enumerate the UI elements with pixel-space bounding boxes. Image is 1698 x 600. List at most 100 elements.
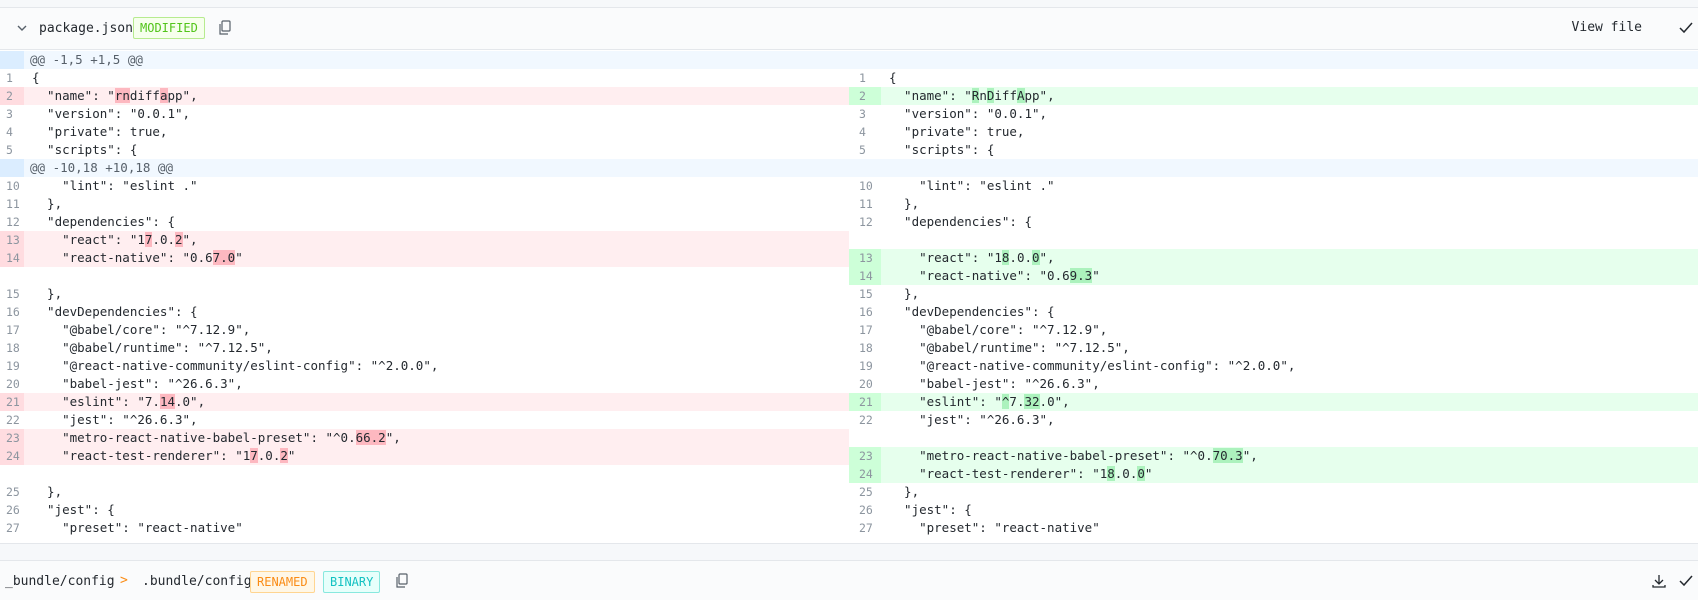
- code-token: .0",: [175, 394, 206, 409]
- chevron-down-icon[interactable]: [14, 20, 30, 36]
- line-number[interactable]: 3: [0, 105, 24, 123]
- line-number[interactable]: [0, 267, 24, 285]
- line-number[interactable]: 26: [849, 501, 881, 519]
- left-line: 4 "private": true,: [0, 123, 849, 141]
- check-icon[interactable]: [1678, 20, 1694, 36]
- line-number[interactable]: 16: [0, 303, 24, 321]
- line-number[interactable]: 15: [849, 285, 881, 303]
- line-number[interactable]: 21: [849, 393, 881, 411]
- line-number[interactable]: 11: [0, 195, 24, 213]
- diff-row: 21 "eslint": "7.14.0", 21 "eslint": "^7.3…: [0, 393, 1698, 411]
- view-file-button[interactable]: View file: [1572, 20, 1642, 35]
- line-number[interactable]: 19: [0, 357, 24, 375]
- line-number[interactable]: 1: [849, 69, 881, 87]
- line-number[interactable]: 22: [0, 411, 24, 429]
- line-number[interactable]: 2: [0, 87, 24, 105]
- code-token: "eslint": "7.: [32, 394, 160, 409]
- line-number[interactable]: 27: [849, 519, 881, 537]
- diff-row: 10 "lint": "eslint ." 10 "lint": "eslint …: [0, 177, 1698, 195]
- file-separator: [0, 543, 1698, 560]
- code-token: "jest": {: [889, 502, 972, 517]
- code-text: "@babel/core": "^7.12.9",: [24, 321, 849, 339]
- renamed-badge: RENAMED: [250, 571, 315, 593]
- line-number[interactable]: 23: [849, 447, 881, 465]
- code-text: "react-native": "0.67.0": [24, 249, 849, 267]
- left-line: 14 "react-native": "0.67.0": [0, 249, 849, 267]
- code-text: "react": "17.0.2",: [24, 231, 849, 249]
- diff-row: 11 }, 11 },: [0, 195, 1698, 213]
- copy-icon[interactable]: [218, 20, 232, 36]
- line-number[interactable]: 10: [0, 177, 24, 195]
- code-token: "@babel/runtime": "^7.12.5",: [32, 340, 273, 355]
- right-line: [849, 429, 1698, 447]
- line-number[interactable]: 13: [849, 249, 881, 267]
- left-line: 17 "@babel/core": "^7.12.9",: [0, 321, 849, 339]
- copy-icon[interactable]: [395, 573, 409, 589]
- line-number[interactable]: 13: [0, 231, 24, 249]
- code-text: {: [881, 69, 1698, 87]
- line-number[interactable]: 4: [849, 123, 881, 141]
- line-number[interactable]: [849, 231, 881, 249]
- code-text: "preset": "react-native": [24, 519, 849, 537]
- hunk-gutter: [0, 159, 24, 177]
- code-token: "dependencies": {: [889, 214, 1032, 229]
- code-text: "eslint": "^7.32.0",: [881, 393, 1698, 411]
- line-number[interactable]: 25: [849, 483, 881, 501]
- left-line: 25 },: [0, 483, 849, 501]
- diff-row: 23 "metro-react-native-babel-preset": "^…: [0, 429, 1698, 447]
- line-number[interactable]: 24: [0, 447, 24, 465]
- line-number[interactable]: 25: [0, 483, 24, 501]
- line-number[interactable]: 18: [849, 339, 881, 357]
- line-number[interactable]: 3: [849, 105, 881, 123]
- line-number[interactable]: 1: [0, 69, 24, 87]
- line-number[interactable]: 22: [849, 411, 881, 429]
- changed-token: A: [1016, 88, 1025, 103]
- line-number[interactable]: 17: [0, 321, 24, 339]
- code-text: },: [881, 195, 1698, 213]
- line-number[interactable]: 19: [849, 357, 881, 375]
- right-line: 22 "jest": "^26.6.3",: [849, 411, 1698, 429]
- code-text: "devDependencies": {: [881, 303, 1698, 321]
- line-number[interactable]: 10: [849, 177, 881, 195]
- line-number[interactable]: 20: [849, 375, 881, 393]
- check-icon[interactable]: [1678, 573, 1694, 589]
- line-number[interactable]: 4: [0, 123, 24, 141]
- line-number[interactable]: 5: [849, 141, 881, 159]
- changed-token: 2: [175, 232, 183, 247]
- changed-token: 0: [1032, 250, 1040, 265]
- diff-row: 25 }, 25 },: [0, 483, 1698, 501]
- line-number[interactable]: [0, 465, 24, 483]
- right-line: 23 "metro-react-native-babel-preset": "^…: [849, 447, 1698, 465]
- line-number[interactable]: 20: [0, 375, 24, 393]
- line-number[interactable]: 5: [0, 141, 24, 159]
- download-icon[interactable]: [1651, 573, 1667, 589]
- line-number[interactable]: 16: [849, 303, 881, 321]
- line-number[interactable]: 11: [849, 195, 881, 213]
- line-number[interactable]: 15: [0, 285, 24, 303]
- line-number[interactable]: 27: [0, 519, 24, 537]
- line-number[interactable]: 12: [849, 213, 881, 231]
- code-text: "@babel/runtime": "^7.12.5",: [24, 339, 849, 357]
- line-number[interactable]: [849, 429, 881, 447]
- diff-row: 14 "react-native": "0.69.3": [0, 267, 1698, 285]
- right-line: 20 "babel-jest": "^26.6.3",: [849, 375, 1698, 393]
- line-number[interactable]: 14: [849, 267, 881, 285]
- rename-arrow: >: [120, 573, 128, 588]
- line-number[interactable]: 17: [849, 321, 881, 339]
- line-number[interactable]: 21: [0, 393, 24, 411]
- code-token: "devDependencies": {: [889, 304, 1055, 319]
- line-number[interactable]: 12: [0, 213, 24, 231]
- line-number[interactable]: 14: [0, 249, 24, 267]
- line-number[interactable]: 24: [849, 465, 881, 483]
- code-text: "private": true,: [24, 123, 849, 141]
- changed-token: 7: [250, 448, 258, 463]
- line-number[interactable]: 23: [0, 429, 24, 447]
- line-number[interactable]: 26: [0, 501, 24, 519]
- left-line: 15 },: [0, 285, 849, 303]
- diff-row: 27 "preset": "react-native" 27 "preset": …: [0, 519, 1698, 537]
- line-number[interactable]: 18: [0, 339, 24, 357]
- code-token: "react-test-renderer": "1: [889, 466, 1108, 481]
- line-number[interactable]: 2: [849, 87, 881, 105]
